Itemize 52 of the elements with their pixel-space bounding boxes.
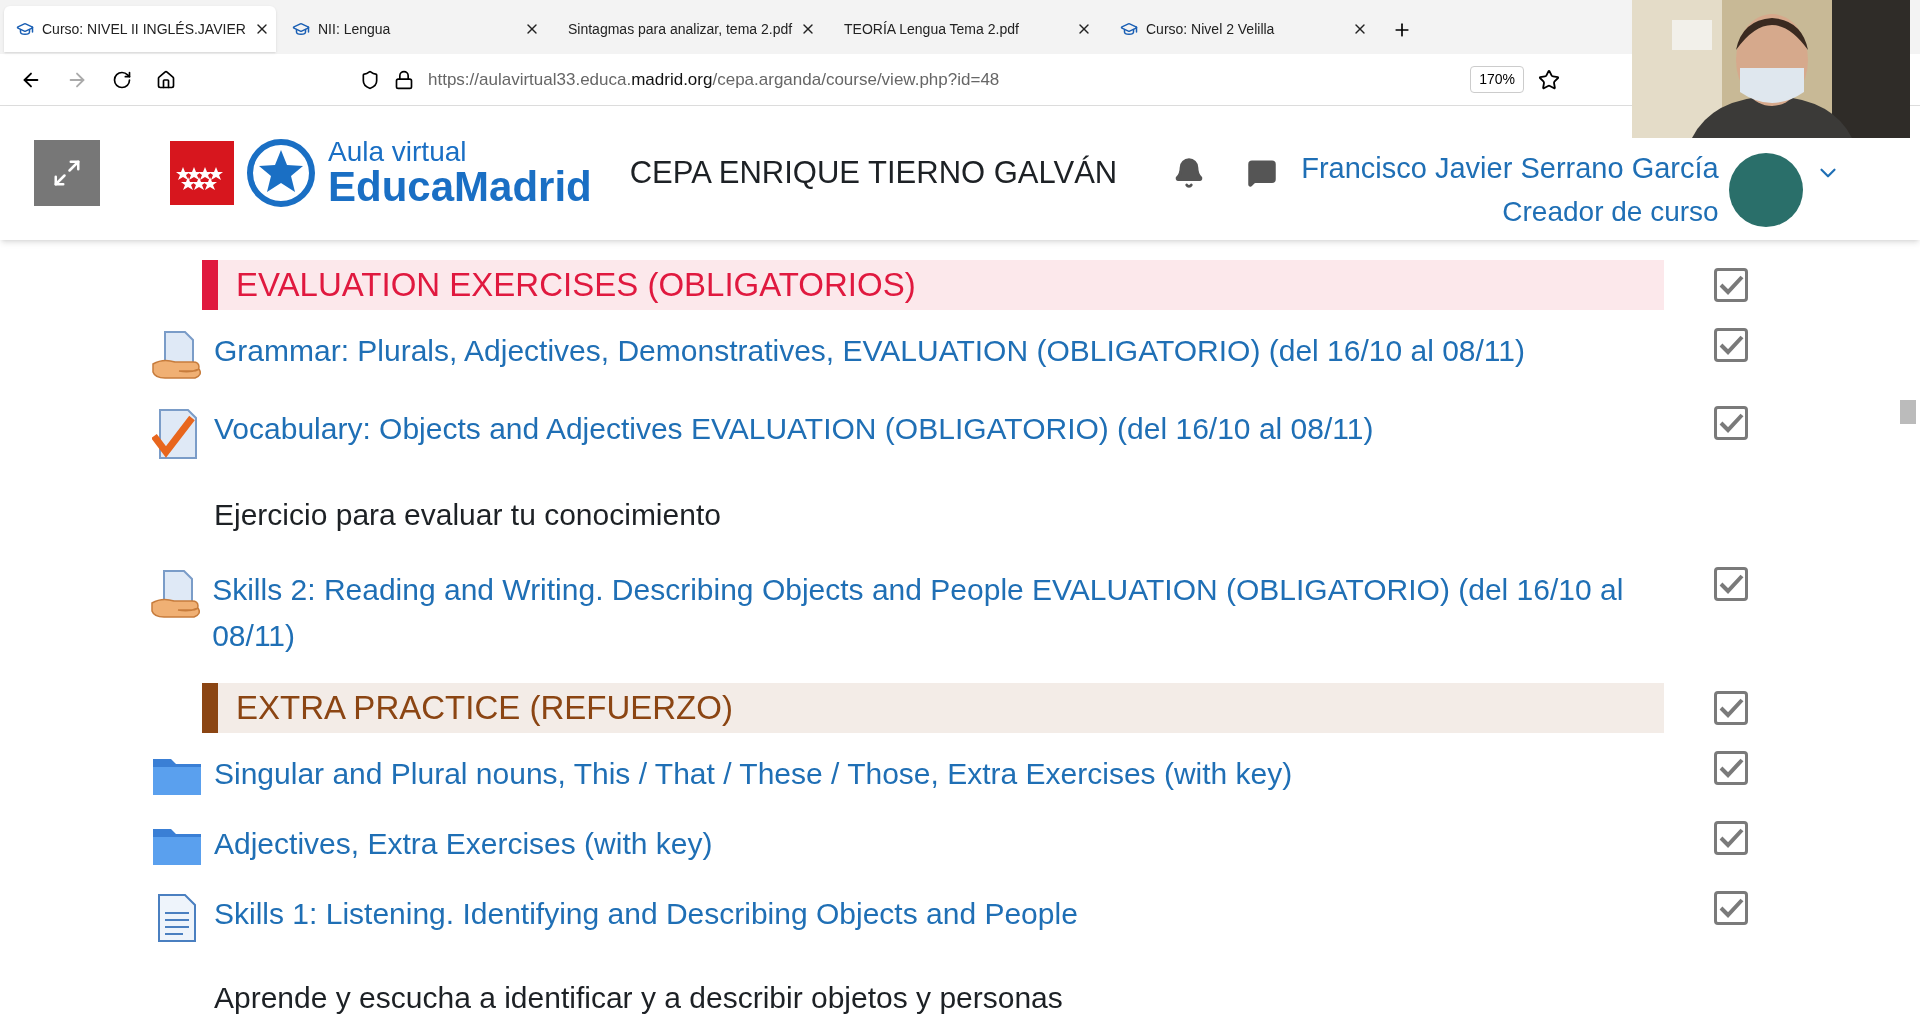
activity-link[interactable]: Skills 2: Reading and Writing. Describing Objects and People EVALUATION (OBLIGATORIO) (del 16/10 al 08/11)	[212, 567, 1664, 659]
zoom-level[interactable]: 170%	[1470, 66, 1524, 93]
url-text: https://aulavirtual33.educa.madrid.org/cepa.arganda/course/view.php?id=48	[428, 68, 1001, 91]
lock-icon	[394, 69, 414, 90]
completion-checkbox[interactable]	[1714, 406, 1748, 440]
logo-title: EducaMadrid	[328, 166, 592, 208]
chat-bubble-icon[interactable]	[1247, 158, 1278, 188]
activity-link[interactable]: Skills 1: Listening. Identifying and Describing Objects and People	[214, 891, 1078, 937]
activity-link[interactable]: Singular and Plural nouns, This / That / These / Those, Extra Exercises (with key)	[214, 751, 1293, 797]
flag-logo	[170, 141, 234, 205]
document-icon	[155, 893, 199, 943]
fullscreen-button[interactable]	[34, 140, 100, 206]
tab-label: NII: Lengua	[318, 19, 392, 39]
home-icon[interactable]	[156, 69, 176, 90]
section-title: EXTRA PRACTICE (REFUERZO)	[236, 688, 733, 729]
tab-label: Curso: Nivel 2 Velilla	[1146, 19, 1276, 39]
browser-tab[interactable]: Sintagmas para analizar, tema 2.pdf	[556, 6, 828, 52]
graduation-cap-icon	[1120, 20, 1138, 38]
activity-link[interactable]: Adjectives, Extra Exercises (with key)	[214, 821, 713, 867]
activity-description: Aprende y escucha a identificar y a describir objetos y personas	[214, 980, 1063, 1016]
completion-checkbox[interactable]	[1714, 328, 1748, 362]
school-name: CEPA ENRIQUE TIERNO GALVÁN	[629, 153, 1118, 192]
graduation-cap-icon	[16, 20, 34, 38]
section-title: EVALUATION EXERCISES (OBLIGATORIOS)	[236, 265, 916, 306]
hand-document-icon	[150, 569, 203, 621]
completion-checkbox[interactable]	[1714, 821, 1748, 855]
activity-link[interactable]: Grammar: Plurals, Adjectives, Demonstratives, EVALUATION (OBLIGATORIO) (del 16/10 al 08/11)	[214, 328, 1525, 374]
expand-arrows-icon	[52, 158, 82, 188]
bookmark-star-icon[interactable]	[1538, 68, 1560, 91]
tab-label: TEORÍA Lengua Tema 2.pdf	[844, 19, 1020, 39]
logo-subtitle: Aula virtual	[328, 138, 468, 166]
user-name[interactable]: Francisco Javier Serrano García	[1301, 147, 1719, 191]
browser-tab[interactable]: Curso: NIVEL II INGLÉS.JAVIER	[4, 6, 276, 52]
shield-icon	[360, 69, 380, 90]
activity-description: Ejercicio para evaluar tu conocimiento	[214, 497, 721, 533]
hand-document-icon	[151, 330, 203, 382]
browser-tab[interactable]: NII: Lengua	[280, 6, 552, 52]
reload-icon[interactable]	[112, 69, 132, 90]
completion-checkbox[interactable]	[1714, 691, 1748, 725]
star-badge-logo	[246, 138, 316, 208]
completion-checkbox[interactable]	[1714, 751, 1748, 785]
user-role: Creador de curso	[1502, 194, 1719, 229]
address-bar[interactable]: https://aulavirtual33.educa.madrid.org/cepa.arganda/course/view.php?id=48 170%	[350, 60, 1570, 99]
completion-checkbox[interactable]	[1714, 268, 1748, 302]
completion-checkbox[interactable]	[1714, 567, 1748, 601]
browser-tab[interactable]: TEORÍA Lengua Tema 2.pdf	[832, 6, 1104, 52]
graduation-cap-icon	[292, 20, 310, 38]
tab-label: Curso: NIVEL II INGLÉS.JAVIER	[42, 19, 246, 39]
tab-label: Sintagmas para analizar, tema 2.pdf	[568, 19, 793, 39]
browser-tab[interactable]: Curso: Nivel 2 Velilla	[1108, 6, 1380, 52]
completion-checkbox[interactable]	[1714, 891, 1748, 925]
activity-link[interactable]: Vocabulary: Objects and Adjectives EVALUATION (OBLIGATORIO) (del 16/10 al 08/11)	[214, 406, 1374, 452]
